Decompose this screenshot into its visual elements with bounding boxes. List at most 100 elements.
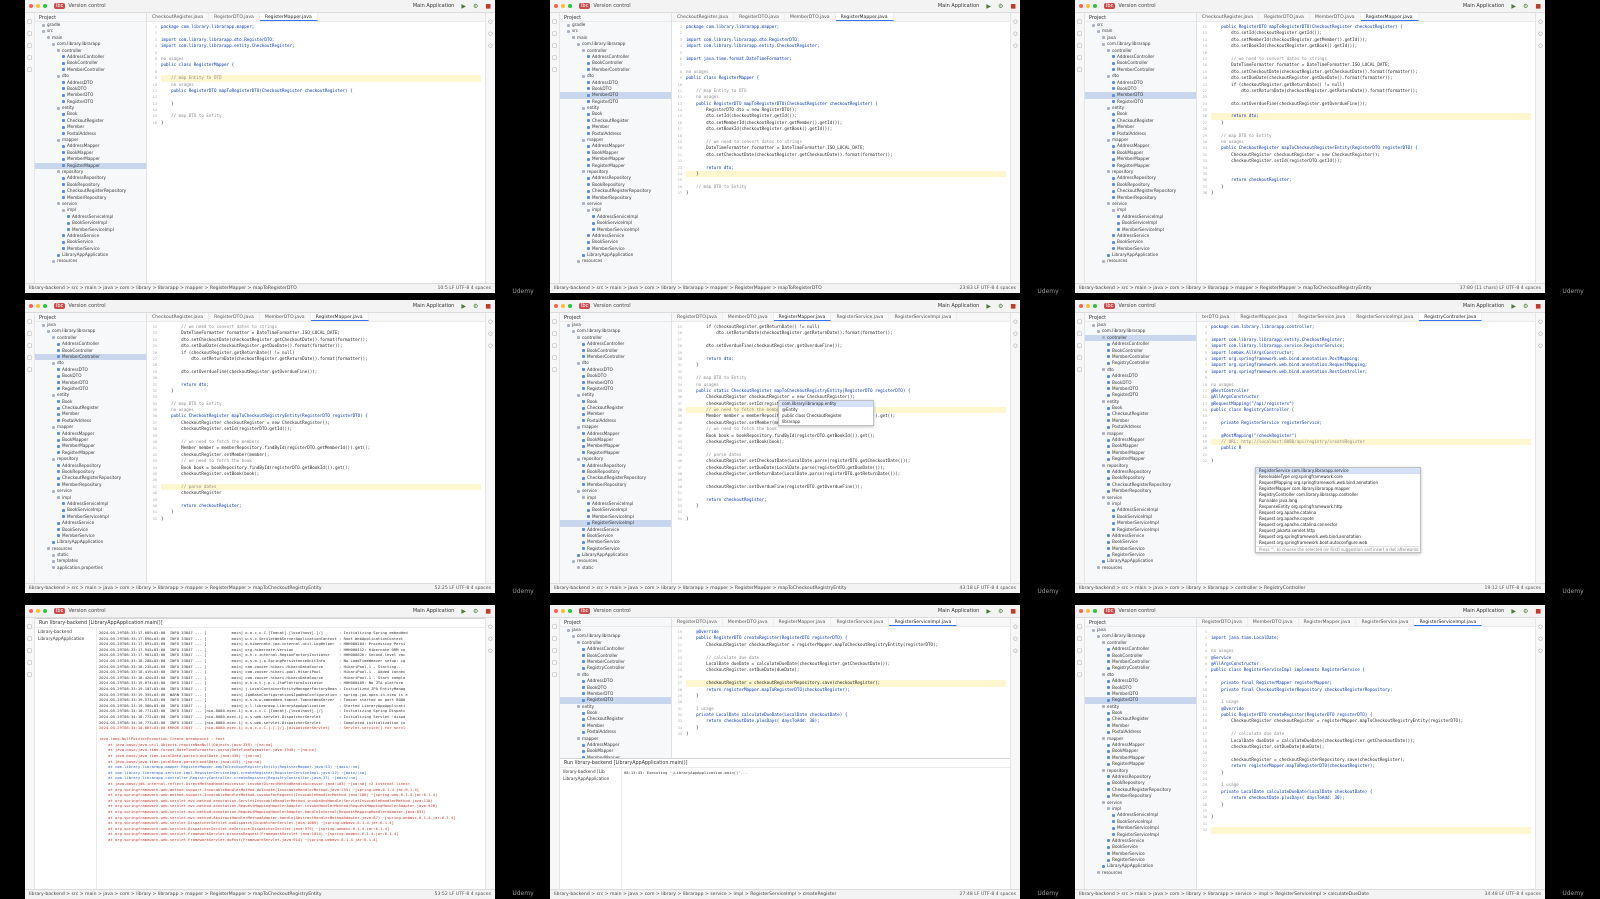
notifications-icon[interactable]: ○ [1536,624,1545,630]
folder-icon[interactable]: □ [1075,319,1084,325]
gradle-icon[interactable]: ○ [1536,648,1545,654]
run-tab-header[interactable]: Run library-backend [LibraryAppApplicati… [560,759,1010,768]
editor-tab[interactable]: RegisterService.java [831,313,890,321]
debug-icon[interactable]: ⚙ [998,3,1003,10]
cursor-position[interactable]: 37:80 (11 chars) LF UTF-8 4 spaces [1460,286,1541,291]
database-icon[interactable]: ○ [1011,31,1020,37]
editor-tab[interactable]: RegisterMapper.java [310,313,369,321]
tree-item[interactable]: resources [1085,258,1196,264]
editor-tab[interactable]: RegisterMapper.java [835,13,894,21]
stop-icon[interactable]: ■ [1535,608,1541,615]
editor-tab[interactable]: RegisterServiceImpl.java [889,313,958,321]
editor-tab[interactable]: RegisterDTO.java [1197,618,1248,626]
database-icon[interactable]: ○ [486,636,495,642]
project-badge[interactable]: lbc [54,3,66,9]
structure-icon[interactable]: □ [550,648,559,654]
tree-item[interactable]: static [560,565,671,571]
database-icon[interactable]: ○ [1011,331,1020,337]
gradle-icon[interactable]: ○ [486,648,495,654]
editor-tab[interactable]: MemberDTO.java [723,313,774,321]
tree-item[interactable]: resources [1085,870,1196,876]
commit-icon[interactable]: □ [550,331,559,337]
debug-icon[interactable]: ⚙ [473,608,478,615]
vcs-menu[interactable]: Version control [68,3,105,9]
structure-icon[interactable]: □ [1075,43,1084,49]
editor-tab[interactable]: RegisterServiceImpl.java [1351,313,1420,321]
vcs-menu[interactable]: Version control [593,608,630,614]
notifications-icon[interactable]: ○ [1011,319,1020,325]
notifications-icon[interactable]: ○ [486,319,495,325]
run-tool-icon[interactable]: □ [25,660,34,666]
code-line[interactable] [1211,827,1531,834]
console-output[interactable]: 08:13:43: Executing ':LibraryAppApplicat… [624,770,1008,889]
minimize-window-button[interactable] [1086,4,1090,8]
vcs-menu[interactable]: Version control [593,303,630,309]
editor-tab[interactable]: RegisterMapper.java [773,313,832,321]
commit-icon[interactable]: □ [25,636,34,642]
project-badge[interactable]: lbc [54,608,66,614]
database-icon[interactable]: ○ [486,31,495,37]
close-window-button[interactable] [1079,304,1083,308]
project-badge[interactable]: lbc [1104,608,1116,614]
maximize-window-button[interactable] [1093,304,1097,308]
debug-icon[interactable]: ⚙ [998,303,1003,310]
vcs-menu[interactable]: Version control [1118,3,1155,9]
terminal-icon[interactable]: □ [550,672,559,678]
code-area[interactable]: 1 2 3 4 5 6 7 8 9 10 11 12 13 14 15 16 17 18 19 20 21 22 23 24 2… [1197,627,1535,889]
editor-tab[interactable]: MemberDTO.java [785,13,836,21]
close-window-button[interactable] [554,609,558,613]
run-tree-item[interactable]: Library-backend [35,628,96,635]
terminal-icon[interactable]: □ [550,367,559,373]
run-tab-header[interactable]: Run library-backend [LibraryAppApplicati… [35,619,485,628]
minimize-window-button[interactable] [1086,609,1090,613]
debug-icon[interactable]: ⚙ [473,303,478,310]
vcs-menu[interactable]: Version control [1118,608,1155,614]
breadcrumb[interactable]: library-backend > src > main > java > co… [1079,586,1305,591]
project-badge[interactable]: lbc [579,608,591,614]
close-window-button[interactable] [1079,609,1083,613]
code-line[interactable]: } [1211,458,1531,464]
breadcrumb[interactable]: library-backend > src > main > java > co… [29,892,322,897]
debug-icon[interactable]: ⚙ [473,3,478,10]
stop-icon[interactable]: ■ [1535,303,1541,310]
gradle-icon[interactable]: ○ [1536,43,1545,49]
project-tree-header[interactable]: Project [35,313,146,322]
editor-tab[interactable]: RegisterMapper.java [1235,313,1294,321]
vcs-menu[interactable]: Version control [68,303,105,309]
run-tree-item[interactable]: LibraryAppApplication [35,635,96,642]
maximize-window-button[interactable] [1093,4,1097,8]
run-configuration-select[interactable]: Main Application [1463,303,1504,309]
vcs-menu[interactable]: Version control [68,608,105,614]
editor-tab[interactable]: RegisterServiceImpl.java [889,618,958,626]
commit-icon[interactable]: □ [1075,331,1084,337]
notifications-icon[interactable]: ○ [486,624,495,630]
editor-tab[interactable]: RegisterMapper.java [259,13,318,21]
structure-icon[interactable]: □ [550,343,559,349]
breadcrumb[interactable]: library-backend > src > main > java > co… [554,586,847,591]
project-tree-header[interactable]: Project [560,618,671,627]
editor-tab[interactable]: RegistryController.java [1419,313,1483,321]
folder-icon[interactable]: □ [550,319,559,325]
project-tree-header[interactable]: Project [560,13,671,22]
gradle-icon[interactable]: ○ [1011,43,1020,49]
gradle-icon[interactable]: ○ [1011,343,1020,349]
minimize-window-button[interactable] [561,304,565,308]
structure-icon[interactable]: □ [25,648,34,654]
debug-icon[interactable]: ⚙ [1523,3,1528,10]
run-configuration-select[interactable]: Main Application [413,608,454,614]
editor-tab[interactable]: RegisterDTO.java [209,13,260,21]
editor-tab[interactable]: RegisterMapper.java [1360,13,1419,21]
terminal-icon[interactable]: □ [25,67,34,73]
maximize-window-button[interactable] [568,609,572,613]
run-icon[interactable]: ▶ [1511,3,1516,10]
cursor-position[interactable]: 43:18 LF UTF-8 4 spaces [960,586,1016,591]
run-tool-icon[interactable]: □ [25,355,34,361]
stop-icon[interactable]: ■ [485,3,491,10]
vcs-menu[interactable]: Version control [1118,303,1155,309]
debug-icon[interactable]: ⚙ [998,608,1003,615]
code-area[interactable]: 22 23 24 25 26 27 28 29 30 31 32 33 34 35 36 37 38 39 40 41… [147,322,485,583]
editor-tab[interactable]: MemberDTO.java [1310,13,1361,21]
run-tool-icon[interactable]: □ [25,55,34,61]
run-icon[interactable]: ▶ [461,608,466,615]
gradle-icon[interactable]: ○ [486,343,495,349]
